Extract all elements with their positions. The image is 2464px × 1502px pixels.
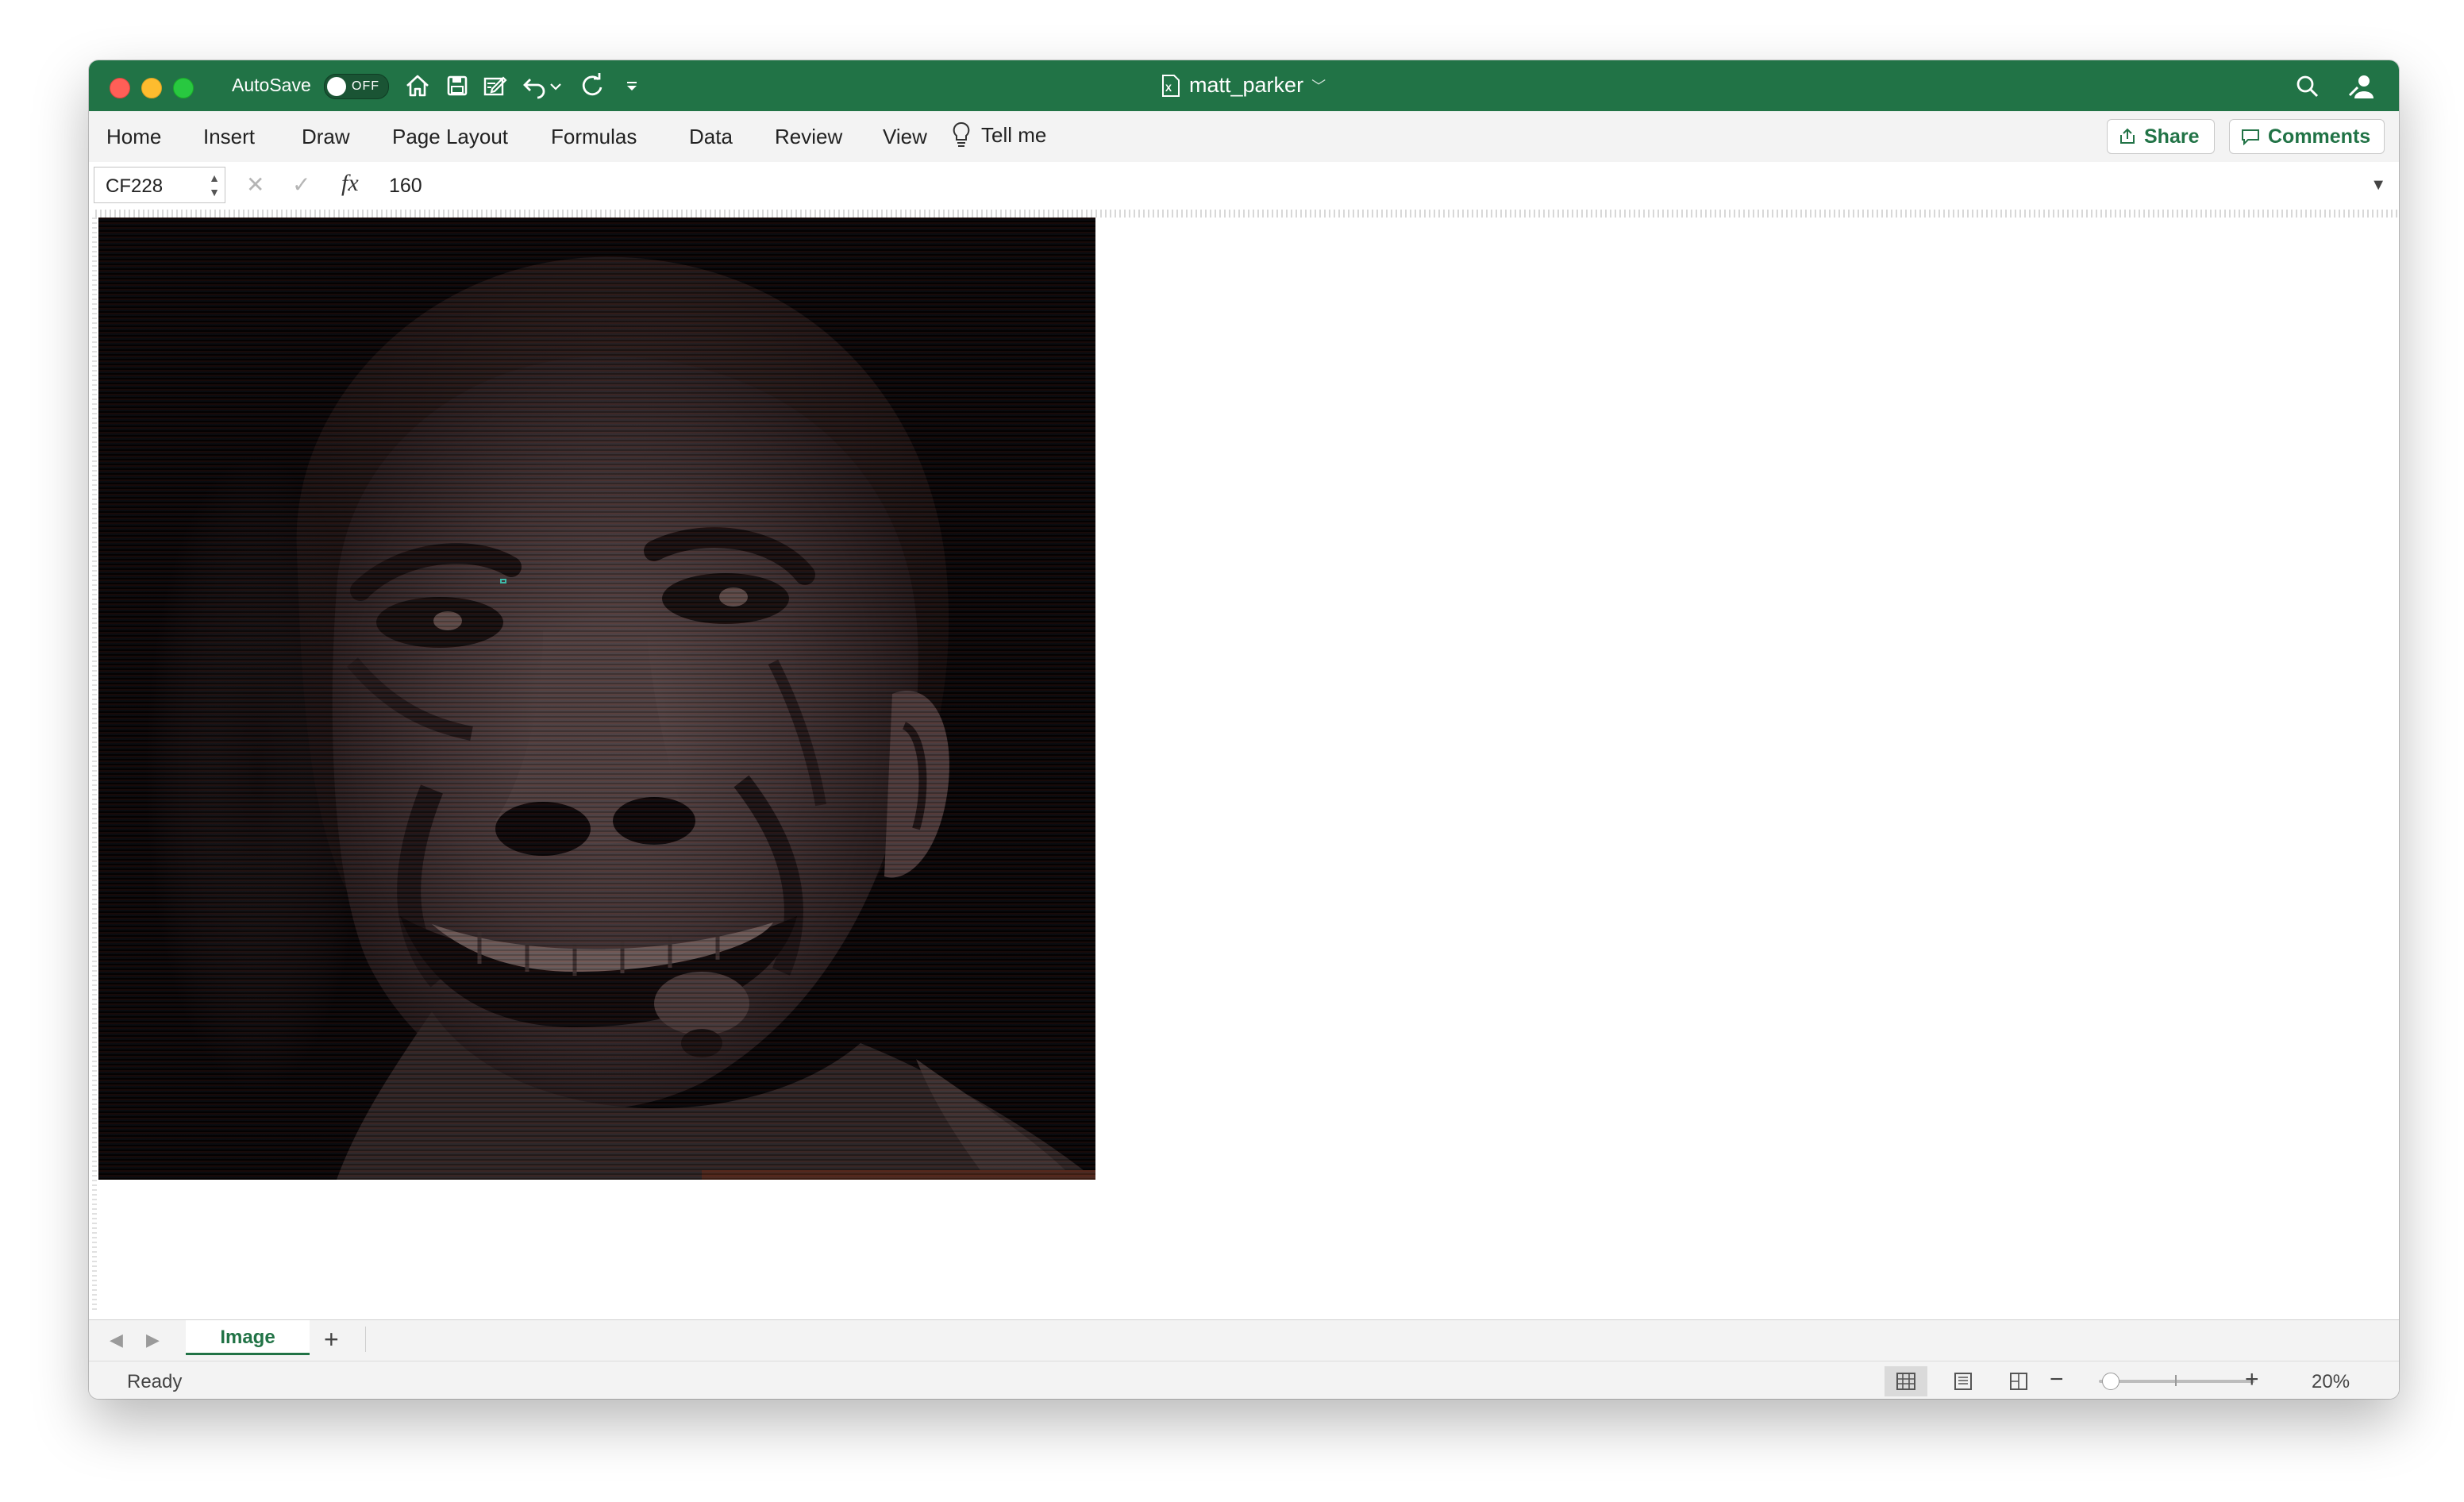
customize-toolbar-icon[interactable]	[622, 71, 641, 100]
save-icon[interactable]	[443, 71, 472, 100]
tab-home[interactable]: Home	[106, 125, 161, 149]
excel-window: AutoSave OFF X matt_parker ﹀ Home Insert…	[89, 60, 2399, 1399]
page-break-view-button[interactable]	[1997, 1366, 2040, 1396]
title-bar: AutoSave OFF X matt_parker ﹀	[89, 60, 2399, 111]
tab-tell-me[interactable]: Tell me	[951, 121, 1046, 149]
name-box-stepper-icon[interactable]: ▲ ▼	[209, 171, 220, 199]
face-illustration	[98, 218, 1095, 1180]
zoom-slider-knob[interactable]	[2102, 1373, 2119, 1390]
share-icon	[2120, 128, 2135, 144]
document-title[interactable]: X matt_parker ﹀	[1161, 73, 1326, 98]
zoom-in-button[interactable]: +	[2245, 1366, 2259, 1393]
zoom-level[interactable]: 20%	[2312, 1371, 2350, 1393]
tab-formulas[interactable]: Formulas	[551, 125, 637, 149]
page-layout-view-button[interactable]	[1942, 1366, 1985, 1396]
name-box[interactable]: CF228 ▲ ▼	[94, 167, 225, 203]
tab-divider	[365, 1327, 366, 1352]
zoom-100-tick	[2175, 1375, 2177, 1386]
ribbon-tabs: Home Insert Draw Page Layout Formulas Da…	[89, 111, 2399, 163]
column-headers	[95, 210, 2399, 218]
close-window-button[interactable]	[110, 78, 130, 98]
home-icon[interactable]	[403, 71, 432, 100]
normal-view-button[interactable]	[1885, 1366, 1927, 1396]
comment-icon	[2242, 129, 2259, 145]
sheet-tabs-bar: ◀ ▶ Image +	[89, 1319, 2399, 1361]
formula-bar: CF228 ▲ ▼ ✕ ✓ fx 160 ▼	[89, 162, 2399, 209]
previous-sheet-icon[interactable]: ◀	[110, 1330, 123, 1350]
zoom-slider[interactable]	[2099, 1380, 2254, 1383]
sheet-tab-image[interactable]: Image	[186, 1320, 310, 1355]
toggle-knob	[327, 77, 346, 96]
tab-insert[interactable]: Insert	[203, 125, 255, 149]
tab-page-layout[interactable]: Page Layout	[392, 125, 508, 149]
page-break-icon	[2010, 1373, 2027, 1390]
cancel-entry-icon[interactable]: ✕	[246, 171, 264, 198]
undo-icon[interactable]	[521, 71, 549, 100]
edit-document-icon[interactable]	[481, 71, 510, 100]
search-icon[interactable]	[2293, 71, 2323, 102]
pixel-art-face-image[interactable]	[98, 218, 1095, 1180]
redo-icon[interactable]	[578, 71, 606, 100]
function-icon[interactable]: fx	[341, 170, 359, 197]
cell-reference: CF228	[106, 175, 164, 197]
active-cell-selection[interactable]	[500, 579, 506, 583]
excel-file-icon: X	[1162, 74, 1180, 97]
document-title-text: matt_parker	[1189, 73, 1304, 97]
confirm-entry-icon[interactable]: ✓	[292, 171, 310, 198]
autosave-toggle[interactable]: OFF	[324, 74, 389, 99]
zoom-out-button[interactable]: −	[2050, 1366, 2064, 1393]
autosave-label: AutoSave	[232, 75, 311, 95]
tab-view[interactable]: View	[883, 125, 927, 149]
worksheet-grid[interactable]	[89, 208, 2399, 1319]
status-bar: Ready − + 20%	[89, 1361, 2399, 1399]
row-headers	[92, 218, 97, 1313]
add-sheet-button[interactable]: +	[324, 1325, 339, 1354]
autosave-state: OFF	[352, 79, 379, 93]
share-person-icon[interactable]	[2347, 71, 2377, 102]
tell-me-label: Tell me	[981, 122, 1047, 147]
tab-draw[interactable]: Draw	[302, 125, 350, 149]
status-text: Ready	[127, 1371, 183, 1392]
comments-label: Comments	[2268, 125, 2371, 148]
expand-formula-icon[interactable]: ▼	[2370, 176, 2386, 194]
grid-view-icon	[1896, 1373, 1915, 1390]
page-layout-icon	[1954, 1373, 1972, 1390]
undo-dropdown-icon[interactable]	[548, 71, 564, 100]
formula-input[interactable]: 160	[389, 175, 422, 198]
tab-review[interactable]: Review	[775, 125, 842, 149]
svg-text:X: X	[1165, 83, 1172, 94]
share-label: Share	[2144, 125, 2200, 148]
next-sheet-icon[interactable]: ▶	[146, 1330, 160, 1350]
share-button[interactable]: Share	[2107, 119, 2215, 154]
zoom-window-button[interactable]	[173, 78, 194, 98]
comments-button[interactable]: Comments	[2229, 119, 2385, 154]
tab-data[interactable]: Data	[689, 125, 733, 149]
lightbulb-icon	[953, 121, 970, 147]
minimize-window-button[interactable]	[141, 78, 162, 98]
chevron-down-icon: ﹀	[1311, 78, 1326, 94]
